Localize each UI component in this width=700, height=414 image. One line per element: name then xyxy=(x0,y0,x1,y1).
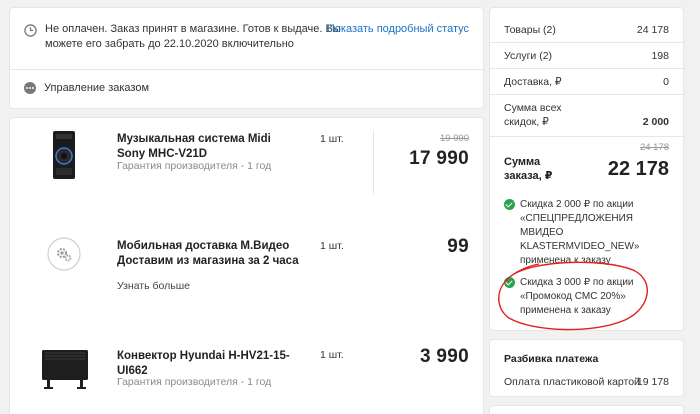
learn-more-link[interactable]: Узнать больше xyxy=(117,280,190,292)
order-items-card: Музыкальная система Midi Sony MHC-V21D Г… xyxy=(10,118,483,414)
item-old-price: 19 990 xyxy=(439,133,469,144)
total-old-value: 24 178 xyxy=(639,142,669,153)
payment-amount: 19 178 xyxy=(636,376,669,388)
goods-value: 24 178 xyxy=(636,24,669,36)
item-name[interactable]: Музыкальная система Midi Sony MHC-V21D xyxy=(117,132,302,162)
item-price: 99 xyxy=(447,236,469,257)
next-card xyxy=(490,406,683,414)
item-warranty: Гарантия производителя - 1 год xyxy=(117,160,272,172)
item-price: 17 990 xyxy=(409,148,469,169)
show-status-link[interactable]: Показать подробный статус xyxy=(327,22,469,37)
delivery-label: Доставка, ₽ xyxy=(504,76,562,88)
goods-line: Товары (2) 24 178 xyxy=(504,24,669,36)
promo-applied: Скидка 3 000 ₽ по акции «Промокод СМС 20… xyxy=(504,276,677,318)
promo-text: Скидка 3 000 ₽ по акции «Промокод СМС 20… xyxy=(520,277,634,316)
status-row: Не оплачен. Заказ принят в магазине. Гот… xyxy=(24,22,473,62)
payment-method: Оплата пластиковой картой xyxy=(504,376,640,388)
manage-order-toggle[interactable]: Управление заказом xyxy=(24,80,149,96)
status-text: Не оплачен. Заказ принят в магазине. Гот… xyxy=(45,23,341,50)
convector-product-image[interactable] xyxy=(41,348,89,390)
total-value: 22 178 xyxy=(607,158,669,180)
goods-label: Товары (2) xyxy=(504,24,556,36)
services-line: Услуги (2) 198 xyxy=(504,50,669,62)
divider xyxy=(490,94,683,95)
item-price: 3 990 xyxy=(419,346,469,367)
divider xyxy=(10,69,483,70)
delivery-line: Доставка, ₽ 0 xyxy=(504,76,669,88)
order-status-card: Не оплачен. Заказ принят в магазине. Гот… xyxy=(10,8,483,108)
services-label: Услуги (2) xyxy=(504,50,553,62)
manage-order-label: Управление заказом xyxy=(44,82,150,94)
speaker-product-image[interactable] xyxy=(50,130,78,180)
payment-line: Оплата пластиковой картой 19 178 xyxy=(504,376,669,388)
divider xyxy=(490,42,683,43)
divider xyxy=(490,136,683,137)
item-quantity: 1 шт. xyxy=(320,133,344,145)
promo-applied: Скидка 2 000 ₽ по акции «СПЕЦПРЕДЛОЖЕНИЯ… xyxy=(504,198,677,268)
check-circle-icon xyxy=(504,199,515,210)
item-warranty: Гарантия производителя - 1 год xyxy=(117,376,272,388)
more-dots-icon xyxy=(24,82,36,94)
item-quantity: 1 шт. xyxy=(320,349,344,361)
discount-label: Сумма всех скидок, ₽ xyxy=(504,102,562,128)
order-item: Конвектор Hyundai H-HV21-15-UI662 Гарант… xyxy=(10,334,483,414)
discount-value: 2 000 xyxy=(642,116,669,128)
divider xyxy=(373,130,374,194)
delivery-value: 0 xyxy=(663,76,669,88)
promo-text: Скидка 2 000 ₽ по акции «СПЕЦПРЕДЛОЖЕНИЯ… xyxy=(520,199,640,266)
gear-service-icon xyxy=(47,237,81,271)
item-name: Мобильная доставка М.Видео Доставим из м… xyxy=(117,240,299,267)
divider xyxy=(490,68,683,69)
services-value: 198 xyxy=(651,50,669,62)
order-item: Музыкальная система Midi Sony MHC-V21D Г… xyxy=(10,118,483,218)
item-quantity: 1 шт. xyxy=(320,240,344,252)
total-label: Сумма заказа, ₽ xyxy=(504,156,553,182)
discount-line: Сумма всех скидок, ₽ 2 000 xyxy=(504,101,669,129)
order-summary-card: Товары (2) 24 178 Услуги (2) 198 Доставк… xyxy=(490,8,683,330)
order-item: Мобильная доставка М.Видео Доставим из м… xyxy=(10,226,483,326)
clock-icon xyxy=(24,24,37,37)
check-circle-icon xyxy=(504,277,515,288)
payment-title: Разбивка платежа xyxy=(504,353,599,365)
payment-breakdown-card: Разбивка платежа Оплата пластиковой карт… xyxy=(490,340,683,396)
